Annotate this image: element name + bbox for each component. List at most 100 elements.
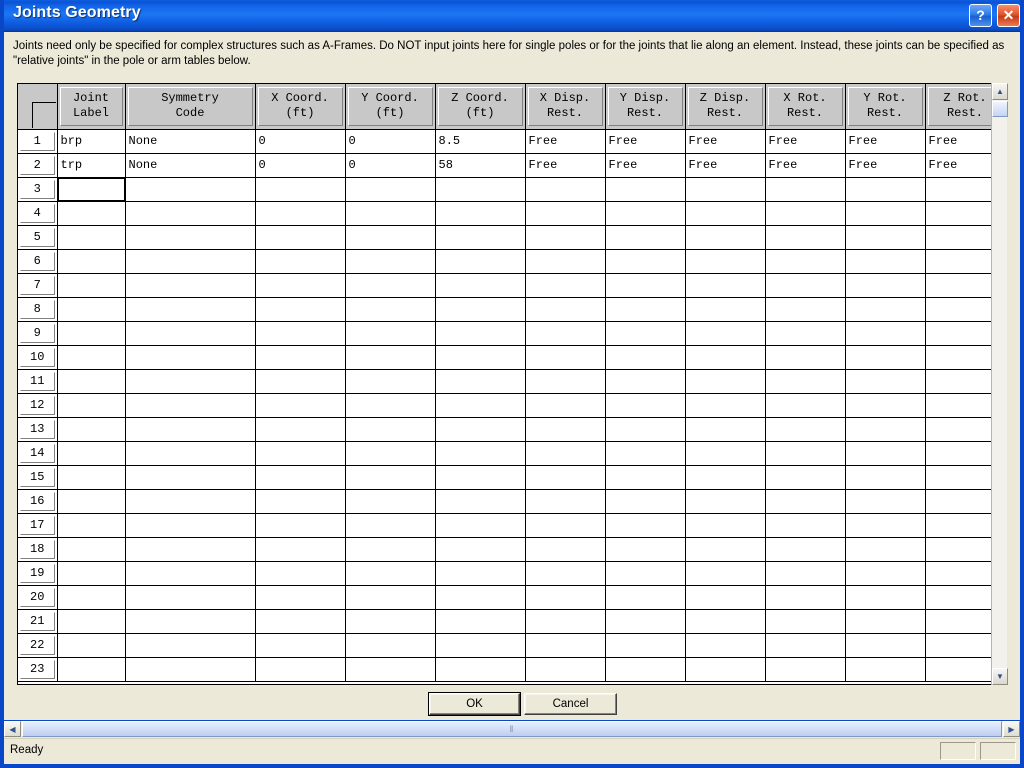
grid-cell[interactable] [845, 297, 926, 322]
grid-cell[interactable] [255, 513, 346, 538]
grid-cell[interactable] [57, 297, 126, 322]
grid-cell[interactable] [125, 393, 256, 418]
grid-cell[interactable] [255, 465, 346, 490]
row-header[interactable]: 18 [18, 537, 58, 562]
grid-cell[interactable] [125, 249, 256, 274]
grid-cell[interactable] [525, 513, 606, 538]
grid-cell[interactable] [345, 273, 436, 298]
grid-cell[interactable]: Free [765, 153, 846, 178]
grid-cell[interactable] [765, 633, 846, 658]
grid-cell[interactable] [765, 345, 846, 370]
grid-cell[interactable] [345, 417, 436, 442]
grid-cell[interactable] [605, 489, 686, 514]
grid-cell[interactable] [57, 465, 126, 490]
grid-cell[interactable] [765, 369, 846, 394]
grid-cell[interactable] [845, 465, 926, 490]
grid-cell[interactable] [435, 633, 526, 658]
grid-cell[interactable] [345, 177, 436, 202]
grid-cell[interactable] [255, 345, 346, 370]
scroll-down-arrow-icon[interactable]: ▼ [992, 668, 1008, 685]
grid-cell[interactable] [57, 657, 126, 682]
grid-cell[interactable] [605, 537, 686, 562]
grid-cell[interactable] [435, 201, 526, 226]
grid-cell[interactable] [845, 321, 926, 346]
column-header[interactable]: Y Rot. Rest. [845, 84, 926, 130]
grid-cell[interactable] [765, 585, 846, 610]
grid-cell[interactable] [925, 561, 991, 586]
grid-cell[interactable] [57, 537, 126, 562]
grid-cell[interactable] [435, 417, 526, 442]
grid-cell[interactable] [435, 393, 526, 418]
horizontal-scrollbar[interactable]: ◀ ‖ ▶ [4, 720, 1020, 737]
grid-cell[interactable]: Free [925, 153, 991, 178]
grid-cell[interactable] [685, 561, 766, 586]
grid-cell[interactable] [435, 513, 526, 538]
grid-cell[interactable]: Free [845, 129, 926, 154]
row-header[interactable]: 17 [18, 513, 58, 538]
grid-cell[interactable] [255, 657, 346, 682]
column-header[interactable]: Z Coord. (ft) [435, 84, 526, 130]
help-icon[interactable]: ? [969, 4, 992, 27]
grid-cell[interactable] [925, 225, 991, 250]
grid-cell[interactable] [525, 177, 606, 202]
grid-cell[interactable] [765, 489, 846, 514]
grid-cell[interactable] [765, 537, 846, 562]
grid-cell[interactable] [685, 249, 766, 274]
row-header[interactable]: 6 [18, 249, 58, 274]
grid-cell-selected[interactable] [57, 177, 126, 202]
grid-cell[interactable] [685, 225, 766, 250]
row-header[interactable]: 4 [18, 201, 58, 226]
grid-cell[interactable] [255, 369, 346, 394]
grid-cell[interactable] [605, 321, 686, 346]
row-header[interactable]: 12 [18, 393, 58, 418]
grid-cell[interactable] [685, 273, 766, 298]
grid-cell[interactable] [605, 345, 686, 370]
grid-cell[interactable] [685, 345, 766, 370]
grid-cell[interactable] [255, 537, 346, 562]
grid-cell[interactable] [765, 609, 846, 634]
grid-cell[interactable] [125, 441, 256, 466]
grid-cell[interactable] [255, 225, 346, 250]
grid-cell[interactable] [925, 393, 991, 418]
grid-cell[interactable] [435, 657, 526, 682]
grid-cell[interactable] [605, 249, 686, 274]
grid-cell[interactable] [525, 657, 606, 682]
grid-cell[interactable] [345, 537, 436, 562]
grid-cell[interactable] [345, 657, 436, 682]
grid-cell[interactable] [925, 321, 991, 346]
grid-cell[interactable]: Free [925, 129, 991, 154]
grid-cell[interactable] [525, 297, 606, 322]
grid-cell[interactable] [435, 345, 526, 370]
grid-cell[interactable] [255, 609, 346, 634]
grid-cell[interactable] [765, 465, 846, 490]
grid-cell[interactable] [925, 441, 991, 466]
grid-cell[interactable] [845, 225, 926, 250]
grid-cell[interactable] [125, 225, 256, 250]
grid-cell[interactable] [255, 273, 346, 298]
grid-cell[interactable] [765, 297, 846, 322]
grid-cell[interactable] [605, 657, 686, 682]
scroll-left-arrow-icon[interactable]: ◀ [4, 721, 21, 737]
grid-cell[interactable] [605, 513, 686, 538]
grid-cell[interactable] [435, 369, 526, 394]
grid-cell[interactable] [125, 417, 256, 442]
grid-cell[interactable] [845, 369, 926, 394]
grid-cell[interactable] [765, 177, 846, 202]
grid-cell[interactable] [925, 609, 991, 634]
grid-cell[interactable] [525, 465, 606, 490]
grid-cell[interactable] [57, 321, 126, 346]
ok-button[interactable]: OK [428, 692, 521, 716]
grid-cell[interactable] [435, 321, 526, 346]
grid-cell[interactable] [925, 201, 991, 226]
grid-cell[interactable] [605, 297, 686, 322]
grid-cell[interactable] [345, 297, 436, 322]
grid-cell[interactable] [925, 273, 991, 298]
row-header[interactable]: 21 [18, 609, 58, 634]
row-header[interactable]: 2 [18, 153, 58, 178]
grid-cell[interactable] [435, 465, 526, 490]
grid-cell[interactable] [685, 465, 766, 490]
grid-cell[interactable] [525, 417, 606, 442]
grid-cell[interactable] [765, 657, 846, 682]
grid-cell[interactable] [685, 633, 766, 658]
grid-cell[interactable] [345, 393, 436, 418]
